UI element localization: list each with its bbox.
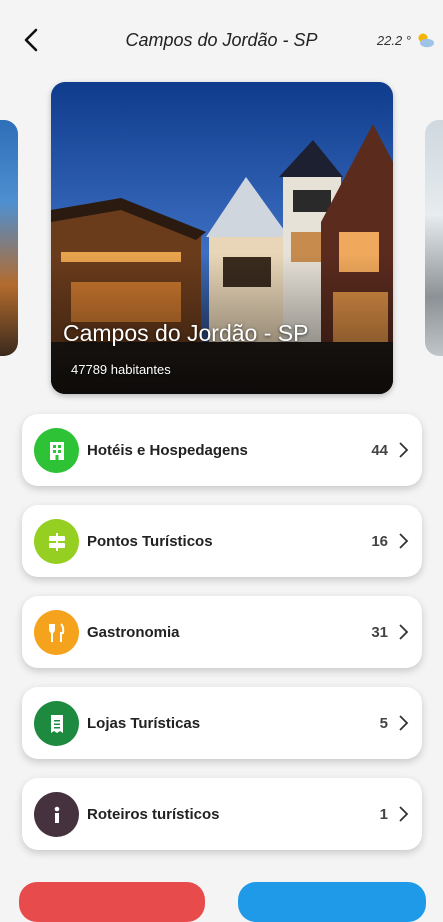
category-shops[interactable]: Lojas Turísticas 5 [22,687,422,759]
temperature: 22.2 ° [376,32,411,48]
category-count: 44 [371,442,388,459]
category-gastronomy[interactable]: Gastronomia 31 [22,596,422,668]
category-label: Hotéis e Hospedagens [87,442,248,459]
category-tourist-spots[interactable]: Pontos Turísticos 16 [22,505,422,577]
bottom-left-button[interactable] [19,882,205,922]
app-header: Campos do Jordão - SP 22.2 ° [0,0,443,80]
category-hotels[interactable]: Hotéis e Hospedagens 44 [22,414,422,486]
city-photo [51,82,393,394]
city-card[interactable]: Campos do Jordão - SP 47789 habitantes [51,82,393,394]
signpost-icon [34,519,79,564]
category-label: Roteiros turísticos [87,806,220,823]
city-name: Campos do Jordão - SP [63,320,309,346]
category-count: 1 [379,806,388,823]
category-count: 16 [371,533,388,550]
partly-cloudy-icon [418,33,434,48]
category-label: Pontos Turísticos [87,533,213,550]
chevron-right-icon [399,806,409,822]
hotel-icon [34,428,79,473]
bottom-right-button[interactable] [238,882,426,922]
category-label: Gastronomia [87,624,180,641]
fork-knife-icon [34,610,79,655]
chevron-right-icon [399,715,409,731]
carousel-prev-card[interactable] [0,120,18,356]
weather-display: 22.2 ° [377,32,435,48]
category-label: Lojas Turísticas [87,715,201,732]
chevron-right-icon [399,442,409,458]
chevron-right-icon [399,624,409,640]
info-icon [34,792,79,837]
carousel-next-card[interactable] [425,120,443,356]
chevron-right-icon [399,533,409,549]
city-carousel[interactable]: Campos do Jordão - SP 47789 habitantes [0,82,443,394]
category-count: 31 [371,624,388,641]
city-population: 47789 habitantes [71,362,171,377]
receipt-icon [34,701,79,746]
category-itineraries[interactable]: Roteiros turísticos 1 [22,778,422,850]
category-count: 5 [379,715,388,732]
